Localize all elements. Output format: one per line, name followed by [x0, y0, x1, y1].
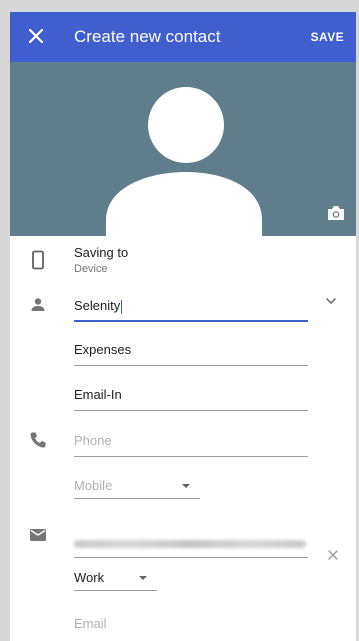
title-input[interactable]: Email-In — [74, 383, 308, 411]
email-type-select[interactable]: Work — [74, 567, 157, 591]
page-title: Create new contact — [74, 27, 221, 46]
saving-to-value[interactable]: Device — [74, 263, 108, 275]
company-input[interactable]: Expenses — [74, 338, 308, 366]
dropdown-arrow-icon — [139, 576, 147, 580]
phone-input[interactable]: Phone — [74, 429, 308, 457]
person-icon — [31, 298, 45, 311]
name-input-value: Selenity — [74, 298, 121, 313]
company-input-value: Expenses — [74, 342, 132, 357]
phone-type-value: Mobile — [74, 478, 113, 493]
dropdown-arrow-icon — [182, 484, 190, 488]
phone-type-select[interactable]: Mobile — [74, 475, 200, 499]
close-icon[interactable] — [24, 24, 48, 48]
chevron-down-icon[interactable] — [324, 294, 338, 308]
email-second-input[interactable]: Email — [74, 612, 308, 640]
phone-icon — [30, 432, 46, 448]
saving-to-label: Saving to — [74, 245, 129, 260]
email-type-value: Work — [74, 570, 105, 585]
clear-icon[interactable] — [326, 548, 340, 562]
save-button[interactable]: SAVE — [311, 30, 344, 44]
phone-device-icon — [32, 250, 44, 270]
email-icon — [30, 529, 46, 541]
text-cursor — [121, 299, 123, 314]
phone-input-placeholder: Phone — [74, 433, 112, 448]
email-second-placeholder: Email — [74, 616, 107, 631]
screen: Create new contact SAVE Saving to Device… — [0, 0, 359, 641]
title-input-value: Email-In — [74, 387, 122, 402]
email-input[interactable] — [74, 532, 308, 558]
blurred-email-value — [74, 540, 306, 548]
app-bar: Create new contact SAVE — [10, 12, 356, 62]
name-input[interactable]: Selenity — [74, 294, 308, 322]
person-avatar-icon — [106, 87, 262, 236]
camera-icon[interactable] — [326, 204, 346, 222]
contact-photo-area[interactable] — [10, 62, 356, 236]
